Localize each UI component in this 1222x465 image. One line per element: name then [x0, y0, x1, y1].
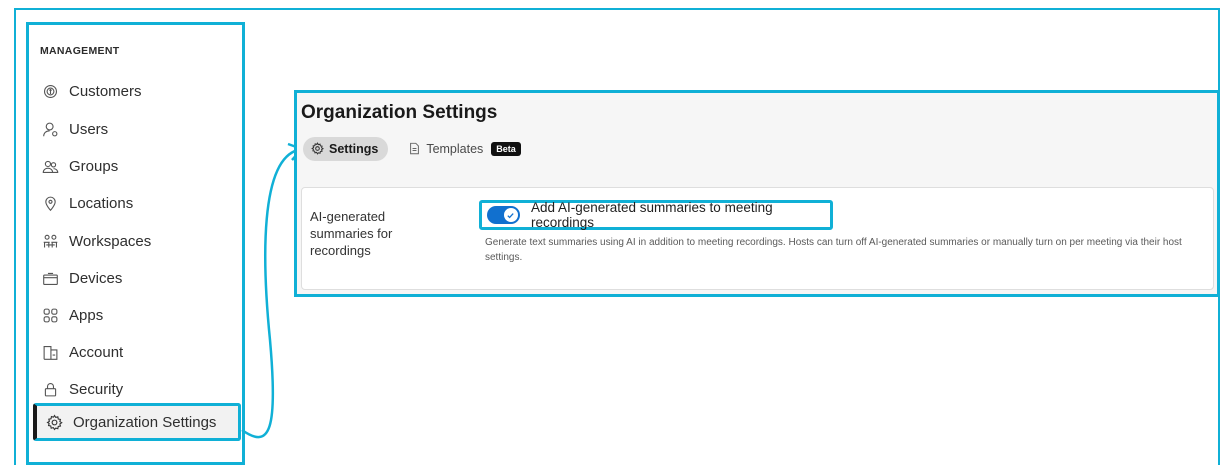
- sidebar-item-label: Apps: [69, 306, 104, 324]
- account-icon: [40, 342, 60, 362]
- tab-settings[interactable]: Settings: [303, 137, 389, 161]
- sidebar-item-label: Users: [69, 120, 109, 138]
- sidebar-item-users[interactable]: Users: [40, 116, 240, 142]
- sidebar-item-label: Organization Settings: [73, 413, 217, 431]
- tab-label: Settings: [329, 142, 379, 156]
- sidebar-item-account[interactable]: Account: [40, 339, 240, 365]
- tab-templates[interactable]: Templates Beta: [408, 137, 521, 161]
- ai-summaries-toggle[interactable]: [487, 206, 520, 224]
- user-icon: [40, 119, 60, 139]
- sidebar-item-locations[interactable]: Locations: [40, 190, 240, 216]
- page-title: Organization Settings: [301, 102, 498, 123]
- sidebar-item-label: Workspaces: [69, 232, 152, 250]
- toggle-knob: [503, 208, 518, 222]
- ai-summaries-toggle-row[interactable]: Add AI-generated summaries to meeting re…: [479, 200, 833, 230]
- setting-description: Generate text summaries using AI in addi…: [485, 237, 1182, 263]
- workspaces-icon: [40, 231, 60, 251]
- customers-icon: [40, 81, 60, 101]
- document-icon: [408, 142, 422, 156]
- sidebar: MANAGEMENT Customers Users Groups Locati…: [26, 22, 245, 465]
- devices-icon: [40, 268, 60, 288]
- gear-icon: [44, 412, 64, 432]
- sidebar-item-organization-settings[interactable]: Organization Settings: [33, 403, 241, 441]
- check-icon: [507, 212, 515, 218]
- sidebar-item-workspaces[interactable]: Workspaces: [40, 228, 240, 254]
- lock-icon: [40, 379, 60, 399]
- sidebar-item-label: Security: [69, 380, 124, 398]
- beta-badge: Beta: [491, 142, 521, 156]
- sidebar-item-label: Account: [69, 343, 124, 361]
- apps-icon: [40, 305, 60, 325]
- location-pin-icon: [40, 193, 60, 213]
- sidebar-item-label: Customers: [69, 82, 142, 100]
- sidebar-item-devices[interactable]: Devices: [40, 265, 240, 291]
- tab-label: Templates: [426, 142, 484, 156]
- sidebar-item-label: Groups: [69, 157, 119, 175]
- section-label-management: MANAGEMENT: [40, 45, 120, 57]
- tab-bar: Settings Templates Beta: [303, 137, 521, 161]
- sidebar-item-groups[interactable]: Groups: [40, 153, 240, 179]
- setting-label: AI-generated summaries for recordings: [310, 209, 393, 258]
- gear-icon: [311, 142, 325, 156]
- sidebar-item-label: Locations: [69, 194, 134, 212]
- sidebar-item-label: Devices: [69, 269, 123, 287]
- groups-icon: [40, 156, 60, 176]
- sidebar-item-security[interactable]: Security: [40, 376, 240, 402]
- sidebar-item-apps[interactable]: Apps: [40, 302, 240, 328]
- sidebar-item-customers[interactable]: Customers: [40, 78, 240, 104]
- settings-panel: Organization Settings Settings Templates…: [294, 90, 1220, 297]
- toggle-label: Add AI-generated summaries to meeting re…: [530, 200, 773, 230]
- setting-card: AI-generated summaries for recordings Ad…: [301, 187, 1214, 290]
